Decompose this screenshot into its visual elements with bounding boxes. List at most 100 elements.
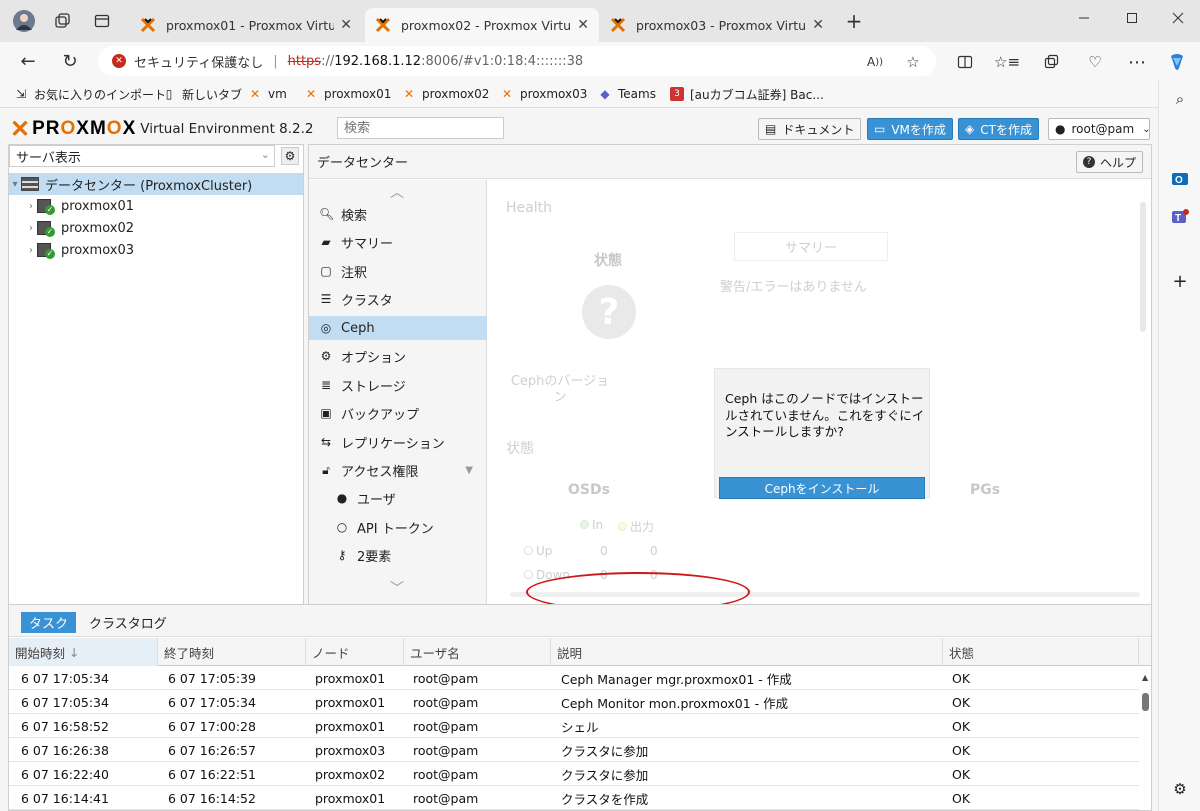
view-selector[interactable]: サーバ表示 ⌄ [9,145,275,167]
grid-scrollbar[interactable]: ▲ [1142,671,1149,811]
bookmark-teams[interactable]: ◆ Teams [598,84,656,104]
close-tab-icon[interactable]: ✕ [577,17,589,33]
tree-item-node[interactable]: › ✓ proxmox02 [9,217,303,239]
tree-item-datacenter[interactable]: ▾ データセンター (ProxmoxCluster) [9,173,303,195]
cell-status: OK [952,766,971,782]
help-button[interactable]: ? ヘルプ [1075,151,1143,173]
menu-item-backup[interactable]: ▣ バックアップ [309,401,487,425]
bookmark-import[interactable]: ⇲ お気に入りのインポート [14,84,166,104]
bookmark-proxmox02[interactable]: ✕ proxmox02 [402,84,489,104]
status-section-heading: 状態 [506,441,534,457]
settings-gear-icon[interactable]: ⚙ [1169,778,1191,800]
tab-proxmox02[interactable]: proxmox02 - Proxmox Virtual Env ✕ [365,8,599,42]
menu-item-two-factor[interactable]: ⚷ 2要素 [309,543,487,567]
table-row[interactable]: 6 07 16:26:38 6 07 16:26:57 proxmox03 ro… [9,738,1139,762]
table-row[interactable]: 6 07 17:05:34 6 07 17:05:34 proxmox01 ro… [9,690,1139,714]
maximize-icon[interactable] [1112,4,1152,32]
refresh-icon[interactable]: ↻ [58,49,82,73]
scrollbar-thumb[interactable] [1142,693,1149,711]
bookmark-kabucom[interactable]: 3 [auカブコム証券] Bac... [670,84,824,104]
menu-item-permissions[interactable]: 🔓︎ アクセス権限 ▼ [309,458,487,482]
task-grid-body: 6 07 17:05:34 6 07 17:05:39 proxmox01 ro… [9,666,1139,810]
table-row[interactable]: 6 07 17:05:34 6 07 17:05:39 proxmox01 ro… [9,666,1139,690]
column-label: ノード [312,645,350,661]
new-tab-icon[interactable]: + [842,9,866,33]
documentation-button[interactable]: ▤ ドキュメント [758,118,862,140]
collapse-arrow-icon[interactable]: › [25,223,37,234]
column-header-end[interactable]: 終了時刻 [158,638,306,666]
browser-essentials-icon[interactable]: ♡ [1084,51,1106,73]
in-dot-icon [580,520,589,529]
menu-item-cluster[interactable]: ☰ クラスタ [309,287,487,311]
scroll-up-icon[interactable]: ︿ [389,186,405,200]
bookmark-label: proxmox02 [422,87,490,101]
horizontal-scrollbar[interactable] [510,592,1140,597]
close-tab-icon[interactable]: ✕ [340,17,352,33]
profile-avatar[interactable] [12,9,36,33]
workspaces-icon[interactable] [50,9,74,33]
close-window-icon[interactable] [1158,4,1198,32]
gear-icon[interactable]: ⚙ [281,147,299,165]
teams-icon[interactable]: T [1169,206,1191,228]
install-ceph-button[interactable]: Cephをインストール [719,477,925,499]
menu-item-summary[interactable]: ▰ サマリー [309,230,487,254]
column-header-node[interactable]: ノード [306,638,404,666]
menu-item-users[interactable]: ● ユーザ [309,486,487,510]
menu-item-replication[interactable]: ⇆ レプリケーション [309,430,487,454]
copilot-icon[interactable] [1166,51,1188,73]
create-vm-button[interactable]: ▭ VMを作成 [867,118,953,140]
bookmark-proxmox03[interactable]: ✕ proxmox03 [500,84,587,104]
outlook-icon[interactable]: O [1169,168,1191,190]
retweet-icon: ⇆ [320,435,332,449]
more-menu-icon[interactable]: ⋯ [1126,51,1148,73]
column-header-user[interactable]: ユーザ名 [404,638,551,666]
split-screen-icon[interactable] [954,51,976,73]
menu-item-storage[interactable]: ≣ ストレージ [309,373,487,397]
cell-end: 6 07 17:05:39 [168,670,256,686]
gear-icon: ⚙ [320,349,332,363]
menu-item-api-tokens[interactable]: ○ API トークン [309,515,487,539]
read-aloud-icon[interactable]: A)) [864,51,886,73]
bookmark-new-tab[interactable]: ▯ 新しいタブ [162,84,242,104]
table-row[interactable]: 6 07 16:14:41 6 07 16:14:52 proxmox01 ro… [9,786,1139,810]
svg-text:T: T [1175,213,1181,224]
pve-search-input[interactable] [337,117,504,139]
menu-item-ceph[interactable]: ◎ Ceph [309,316,487,340]
minimize-icon[interactable] [1064,4,1104,32]
collections-icon[interactable] [1040,51,1062,73]
back-icon[interactable]: ← [16,49,40,73]
tab-cluster-log[interactable]: クラスタログ [81,612,175,633]
table-row[interactable]: 6 07 16:22:40 6 07 16:22:51 proxmox02 ro… [9,762,1139,786]
column-header-status[interactable]: 状態 [943,638,1139,666]
tab-proxmox03[interactable]: proxmox03 - Proxmox Virtual Env ✕ [600,8,834,42]
close-tab-icon[interactable]: ✕ [812,17,824,33]
search-icon[interactable]: ⌕ [1169,88,1191,110]
menu-item-notes[interactable]: ▢ 注釈 [309,259,487,283]
tab-proxmox01[interactable]: proxmox01 - Proxmox Virtual Env ✕ [130,8,362,42]
tree-item-node[interactable]: › ✓ proxmox01 [9,195,303,217]
collapse-arrow-icon[interactable]: › [25,245,37,256]
url-bar[interactable]: ✕ セキュリティ保護なし | https://192.168.1.12:8006… [98,46,936,76]
column-header-start[interactable]: 開始時刻 ↓ [9,638,158,666]
column-header-description[interactable]: 説明 [551,638,943,666]
favorite-star-icon[interactable]: ☆ [902,51,924,73]
favorites-icon[interactable]: ☆≡ [994,51,1020,73]
tree-item-node[interactable]: › ✓ proxmox03 [9,239,303,261]
collapse-arrow-icon[interactable]: › [25,201,37,212]
bookmark-proxmox01[interactable]: ✕ proxmox01 [304,84,391,104]
menu-item-options[interactable]: ⚙ オプション [309,344,487,368]
table-row[interactable]: 6 07 16:58:52 6 07 17:00:28 proxmox01 ro… [9,714,1139,738]
scroll-up-icon[interactable]: ▲ [1142,673,1148,682]
expand-arrow-icon[interactable]: ▾ [9,179,21,190]
ceph-icon: ◎ [320,321,332,335]
tab-tasks[interactable]: タスク [21,612,77,633]
cell-status: OK [952,718,971,734]
user-menu-button[interactable]: ● root@pam ⌄ [1048,118,1151,140]
bookmark-vm[interactable]: ✕ vm [248,84,287,104]
tab-actions-icon[interactable] [90,9,114,33]
add-sidebar-app-icon[interactable]: + [1169,270,1191,292]
vertical-scrollbar[interactable] [1140,202,1146,332]
scroll-down-icon[interactable]: ﹀ [389,582,405,596]
menu-item-search[interactable]: 🔍︎ 検索 [309,202,487,226]
create-ct-button[interactable]: ◈ CTを作成 [958,118,1039,140]
